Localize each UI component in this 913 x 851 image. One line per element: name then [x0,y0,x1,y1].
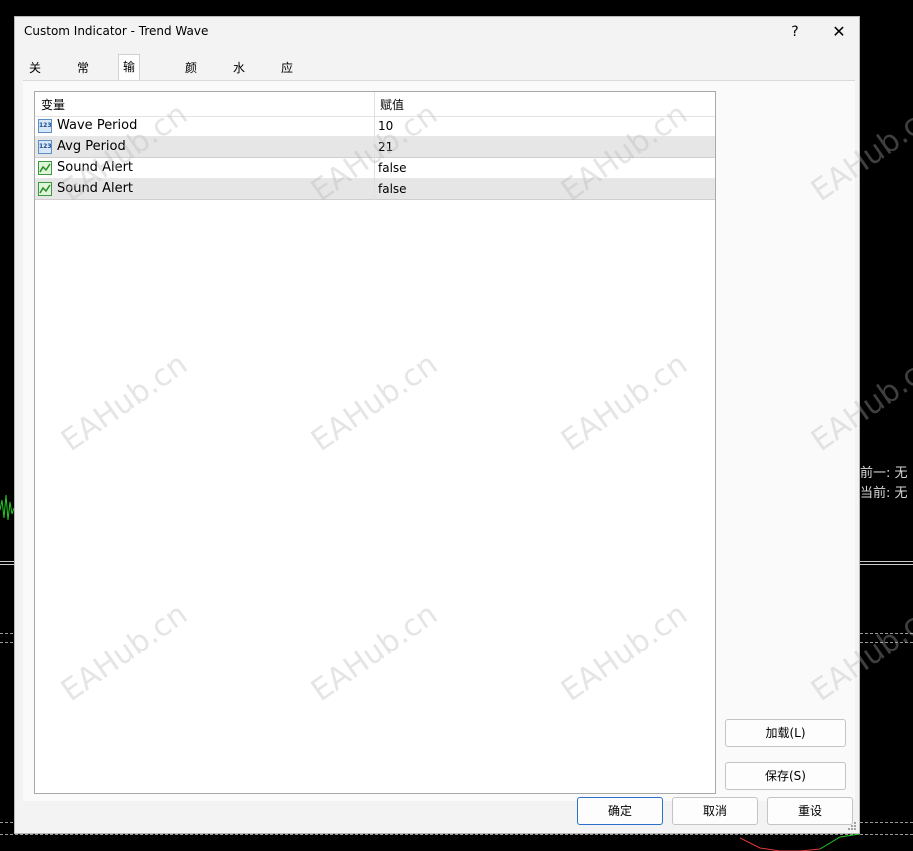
help-button[interactable]: ? [783,21,807,43]
tab-common[interactable]: 常用 [73,57,93,97]
chart-wave-bottom [740,834,860,851]
window-title: Custom Indicator - Trend Wave [24,24,209,38]
param-value[interactable]: 10 [378,119,393,133]
ok-button[interactable]: 确定 [577,797,663,825]
table-row[interactable]: Sound Alert false [35,179,715,200]
table-header: 变量 赋值 [35,92,715,117]
indicator-properties-dialog: Custom Indicator - Trend Wave ? ✕ 关于 常用 … [14,16,860,834]
tab-inputs[interactable]: 输入参数 [118,54,141,146]
column-divider[interactable] [374,92,375,200]
chart-info-current: 当前: 无 [860,486,908,501]
boolean-param-icon [38,161,52,175]
table-row[interactable]: Sound Alert false [35,158,715,179]
table-row[interactable]: 123 Avg Period 21 [35,137,715,158]
tab-colors[interactable]: 颜色 [181,57,201,97]
tab-visualization[interactable]: 应用范围 [277,57,297,141]
close-icon[interactable]: ✕ [827,21,851,43]
tab-levels[interactable]: 水平位 [229,57,249,119]
integer-param-icon: 123 [38,140,52,154]
title-bar[interactable]: Custom Indicator - Trend Wave ? ✕ [15,17,859,47]
param-value[interactable]: 21 [378,140,393,154]
reset-button[interactable]: 重设 [767,797,853,825]
chart-info-prev: 前一: 无 [860,466,908,481]
param-value[interactable]: false [378,161,407,175]
load-button[interactable]: 加载(L) [725,719,846,747]
tab-about[interactable]: 关于 [25,57,45,97]
parameters-table[interactable]: 变量 赋值 123 Wave Period 10 123 Avg Period … [34,91,716,794]
param-name: Sound Alert [57,181,134,196]
integer-param-icon: 123 [38,119,52,133]
param-name: Wave Period [57,118,138,133]
param-value[interactable]: false [378,182,407,196]
param-name: Avg Period [57,139,126,154]
column-header-value[interactable]: 赋值 [380,96,404,113]
table-row[interactable]: 123 Wave Period 10 [35,116,715,137]
cancel-button[interactable]: 取消 [672,797,758,825]
column-header-variable[interactable]: 变量 [41,96,65,113]
boolean-param-icon [38,182,52,196]
param-name: Sound Alert [57,160,134,175]
resize-grip-icon[interactable] [847,821,857,831]
chart-wave [0,494,14,521]
save-button[interactable]: 保存(S) [725,762,846,790]
